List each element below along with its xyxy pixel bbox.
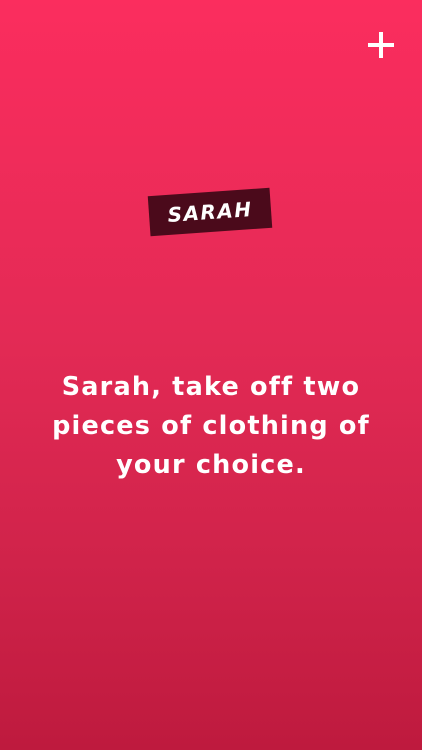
plus-icon <box>368 32 394 58</box>
player-name: SARAH <box>166 197 254 227</box>
dare-text: Sarah, take off two pieces of clothing o… <box>52 372 370 480</box>
add-button[interactable] <box>366 30 396 60</box>
game-screen: SARAH Sarah, take off two pieces of clot… <box>0 0 422 750</box>
player-name-tag: SARAH <box>147 187 273 237</box>
